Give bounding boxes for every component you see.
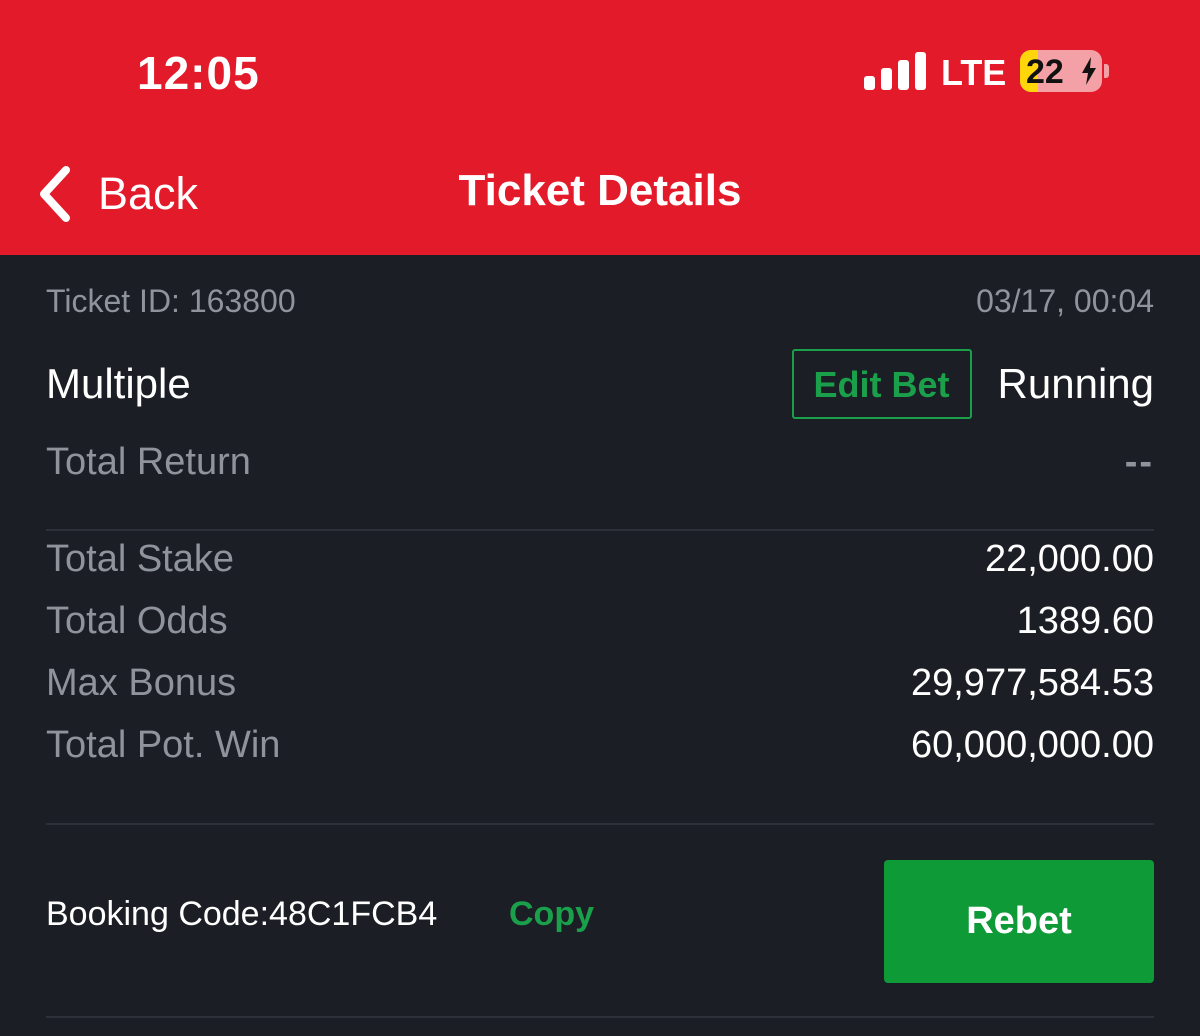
max-bonus-value: 29,977,584.53	[910, 662, 1154, 704]
ticket-id: Ticket ID: 163800	[46, 283, 296, 319]
network-type: LTE	[941, 52, 1007, 93]
battery-icon: 22	[1020, 50, 1102, 92]
bet-status: Running	[997, 360, 1154, 407]
total-pot-win-value: 60,000,000.00	[910, 724, 1154, 766]
status-time: 12:05	[137, 47, 260, 99]
total-odds-label: Total Odds	[46, 600, 228, 642]
total-return-label: Total Return	[46, 441, 251, 483]
ticket-meta-row: Ticket ID: 163800 03/17, 00:04	[46, 283, 1154, 320]
total-stake-label: Total Stake	[46, 538, 234, 580]
total-pot-win-row: Total Pot. Win 60,000,000.00	[46, 724, 1154, 767]
page-title: Ticket Details	[458, 166, 742, 215]
rebet-button[interactable]: Rebet	[884, 860, 1154, 983]
divider	[46, 1016, 1154, 1018]
copy-button[interactable]: Copy	[509, 895, 594, 934]
bet-type: Multiple	[46, 360, 191, 407]
total-pot-win-label: Total Pot. Win	[46, 724, 281, 766]
bet-type-row: Multiple Edit Bet Running	[46, 349, 1154, 419]
booking-code: Booking Code:48C1FCB4	[46, 895, 438, 933]
ticket-datetime: 03/17, 00:04	[976, 283, 1154, 319]
divider	[46, 823, 1154, 825]
signal-icon	[864, 52, 926, 90]
bet-status-group: Edit Bet Running	[791, 349, 1154, 419]
charging-bolt-icon	[1082, 57, 1096, 85]
edit-bet-button[interactable]: Edit Bet	[791, 349, 972, 419]
max-bonus-row: Max Bonus 29,977,584.53	[46, 662, 1154, 705]
total-return-row: Total Return --	[46, 441, 1154, 484]
battery-percent: 22	[1026, 53, 1064, 91]
total-odds-row: Total Odds 1389.60	[46, 600, 1154, 643]
total-odds-value: 1389.60	[1016, 600, 1154, 642]
total-return-value: --	[1124, 441, 1154, 483]
divider	[46, 529, 1154, 531]
app-header: 12:05 LTE 22 Back Ticket Details	[0, 0, 1200, 255]
total-stake-row: Total Stake 22,000.00	[46, 538, 1154, 581]
max-bonus-label: Max Bonus	[46, 662, 237, 704]
battery-cap	[1104, 64, 1109, 78]
total-stake-value: 22,000.00	[984, 538, 1154, 580]
